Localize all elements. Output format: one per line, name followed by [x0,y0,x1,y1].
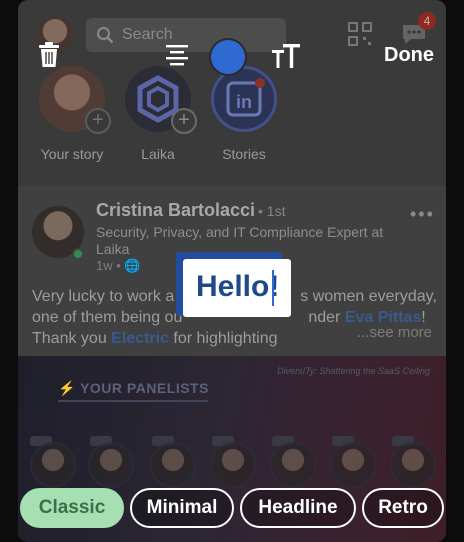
panelist-photo [330,442,376,488]
story-label: Stories [222,146,266,162]
see-more-link: ...see more [356,324,432,341]
panelist-photo [88,442,134,488]
notification-badge: 4 [418,12,436,30]
panelist-photo [30,442,76,488]
story-your-story: + Your story [32,66,112,162]
text-align-icon[interactable] [166,44,188,68]
style-chip-headline[interactable]: Headline [240,488,356,528]
post-timestamp: 1w • 🌐 [96,258,141,273]
style-chip-retro[interactable]: Retro [362,488,444,528]
mention-link: Electric [111,330,169,347]
connection-degree: • 1st [258,203,286,219]
trash-icon[interactable] [38,42,60,68]
story-laika: + Laika [118,66,198,162]
panelist-photo [390,442,436,488]
panelist-photo [150,442,196,488]
story-label: Your story [40,146,104,162]
banner-caption: DiversITy: Shattering the SaaS Ceiling [277,366,430,376]
panelist-photo [210,442,256,488]
stories-row: + Your story + Laika in Stories [18,66,446,176]
text-cursor [272,270,274,306]
text-color-picker[interactable] [211,40,245,74]
style-chip-minimal[interactable]: Minimal [130,488,234,528]
story-label: Laika [141,146,175,162]
banner-title: ⚡ YOUR PANELISTS [58,380,209,396]
add-story-icon: + [171,108,197,134]
add-story-icon: + [85,108,111,134]
author-name: Cristina Bartolacci [96,200,256,220]
svg-text:in: in [236,92,252,112]
linkedin-icon: in [226,78,265,117]
text-sticker[interactable]: Hello! [183,259,291,317]
style-chip-classic[interactable]: Classic [20,488,124,528]
panelist-photo [270,442,316,488]
text-editor-toolbar: Done [0,36,464,76]
text-size-icon[interactable] [272,44,300,70]
done-button[interactable]: Done [384,44,434,67]
story-linkedin-stories: in Stories [204,66,284,162]
more-options-icon: ••• [410,204,435,224]
online-status-icon [72,248,84,260]
text-sticker-input[interactable]: Hello! [196,270,279,304]
banner-divider [58,400,208,402]
text-style-selector: Classic Minimal Headline Retro [0,488,464,528]
